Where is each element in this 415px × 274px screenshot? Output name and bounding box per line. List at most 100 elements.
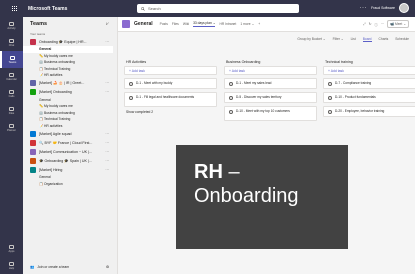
more-icon[interactable]: ··· <box>105 141 109 145</box>
rail-item-calls[interactable]: Calls <box>0 85 23 102</box>
view-charts[interactable]: Charts <box>379 37 389 41</box>
rail-item-chat[interactable]: Chat <box>0 34 23 51</box>
task-card[interactable]: D-1 - Fill legal and healthcare document… <box>124 92 217 107</box>
tab-more[interactable]: 1 more ⌄ <box>240 22 254 26</box>
more-icon[interactable]: ··· <box>105 132 109 136</box>
add-task-button[interactable]: + Add task <box>323 66 415 75</box>
calendar-icon <box>9 72 14 77</box>
view-schedule[interactable]: Schedule <box>395 37 409 41</box>
more-icon[interactable]: ··· <box>105 168 109 172</box>
rail-item-calendar[interactable]: Calendar <box>0 68 23 85</box>
apps-icon <box>9 244 14 249</box>
view-board[interactable]: Board <box>362 37 372 42</box>
more-options-icon[interactable]: ··· <box>360 5 368 11</box>
phone-icon <box>9 89 14 94</box>
overlay-title-bold: RH <box>194 161 223 183</box>
bell-icon <box>9 21 14 26</box>
app-launcher-icon[interactable] <box>12 5 18 12</box>
team-tile-icon <box>30 89 36 95</box>
more-icon[interactable]: ··· <box>105 90 109 94</box>
task-checkbox[interactable] <box>229 82 233 86</box>
team-tile-icon <box>30 38 36 45</box>
task-card[interactable]: D-1 - Meet my sales lead <box>224 78 317 89</box>
task-checkbox[interactable] <box>328 96 332 100</box>
rail-item-apps[interactable]: Apps <box>0 240 23 257</box>
tab-planner[interactable]: 33 days plan ⌄ <box>193 21 216 27</box>
channel-title: General <box>134 21 153 27</box>
channel-item[interactable]: 📋 Organization <box>23 181 117 188</box>
add-task-button[interactable]: + Add task <box>224 66 317 75</box>
info-icon[interactable]: ⓘ <box>374 22 377 27</box>
filter-icon[interactable]: ⩗ <box>106 21 109 27</box>
team-tile-icon <box>30 80 36 86</box>
view-list[interactable]: List <box>351 37 356 41</box>
team-item[interactable]: 🎓 Onboarding 🎓 Spain | UK |... ··· <box>23 156 117 165</box>
more-icon[interactable]: ··· <box>105 81 109 85</box>
team-tile-icon <box>30 130 36 137</box>
search-input[interactable]: Search <box>137 4 299 13</box>
bucket-column: Technical training + Add task D-7 - Comp… <box>323 58 415 120</box>
team-item[interactable]: 🔍 BYF 🤝 France | Cloud First... ··· <box>23 138 117 147</box>
meet-button[interactable]: 📹 Meet ⌄ <box>386 20 409 28</box>
channel-header: General Posts Files Wiki 33 days plan ⌄ … <box>118 17 415 32</box>
rail-item-planner[interactable]: Planner <box>0 119 23 136</box>
bucket-name: Business Onboarding <box>226 60 261 64</box>
team-item[interactable]: [Market] Onboarding ··· <box>23 88 117 97</box>
chat-icon <box>9 38 14 43</box>
team-tile-icon <box>30 166 36 173</box>
tab-wiki[interactable]: Wiki <box>183 22 189 26</box>
tab-posts[interactable]: Posts <box>160 22 168 26</box>
task-checkbox[interactable] <box>129 96 133 100</box>
search-placeholder: Search <box>148 6 161 11</box>
title-bar: Microsoft Teams Search ··· Fraud Softwar… <box>0 0 415 17</box>
join-team-button[interactable]: 👥 Join or create a team ⚙ <box>30 262 109 272</box>
add-tab-button[interactable]: + <box>258 22 260 26</box>
task-card[interactable]: D-5 - Discover my sales territory <box>224 92 317 103</box>
app-rail: Activity Chat Teams Calendar Calls Files… <box>0 17 23 274</box>
expand-icon[interactable]: ⤢ <box>363 22 366 26</box>
more-icon[interactable]: ··· <box>105 40 109 44</box>
planner-toolbar: Group by Bucket ⌄ Filter ⌄ List Board Ch… <box>118 32 415 46</box>
refresh-icon[interactable]: ↻ <box>369 22 372 26</box>
teams-panel: Teams ⩗ Your teams Onboarding 🎓 Equipe |… <box>23 17 118 274</box>
task-checkbox[interactable] <box>229 110 233 114</box>
task-card[interactable]: D-10 - Meet with my top 10 customers <box>224 106 317 121</box>
join-team-icon: 👥 <box>30 265 35 269</box>
task-card[interactable]: D-20 - Employee, behavior training <box>323 106 415 117</box>
task-checkbox[interactable] <box>328 82 332 86</box>
team-item[interactable]: [Market] Agile squad ··· <box>23 129 117 138</box>
add-task-button[interactable]: + Add task <box>124 66 217 75</box>
rail-item-help[interactable]: Help <box>0 257 23 274</box>
task-card[interactable]: D-10 - Product fundamentals <box>323 92 415 103</box>
team-item[interactable]: Onboarding 🎓 Equipe | HR... ··· <box>23 37 117 46</box>
task-card[interactable]: D-7 - Compliance training <box>323 78 415 89</box>
search-icon <box>141 6 145 11</box>
gear-icon[interactable]: ⚙ <box>106 265 109 269</box>
team-tile-icon <box>30 157 36 164</box>
group-by-dropdown[interactable]: Group by Bucket ⌄ <box>297 37 325 41</box>
bucket-column: HR Activities + Add task D-1 - Meet with… <box>124 58 217 114</box>
more-icon[interactable]: ··· <box>381 22 384 26</box>
help-icon <box>9 261 14 266</box>
more-icon[interactable]: ··· <box>105 159 109 163</box>
app-name: Microsoft Teams <box>28 5 68 12</box>
rail-item-files[interactable]: Files <box>0 102 23 119</box>
more-icon[interactable]: ··· <box>105 150 109 154</box>
team-item[interactable]: [Market] Communication ~ UK |... ··· <box>23 147 117 156</box>
avatar[interactable] <box>399 3 409 13</box>
task-checkbox[interactable] <box>328 110 332 114</box>
team-item[interactable]: [Market] Hiring ··· <box>23 165 117 174</box>
tab-hr-intranet[interactable]: HR Intranet <box>219 22 236 26</box>
rail-item-activity[interactable]: Activity <box>0 17 23 34</box>
show-completed-toggle[interactable]: Show completed 2 <box>124 110 217 114</box>
rail-item-teams[interactable]: Teams <box>0 51 23 68</box>
filter-dropdown[interactable]: Filter ⌄ <box>333 37 344 41</box>
bucket-name: HR Activities <box>126 60 147 64</box>
team-item[interactable]: [Market] 🍰 🎂 | IR | Greet... ··· <box>23 79 117 88</box>
bucket-column: Business Onboarding + Add task D-1 - Mee… <box>224 58 317 124</box>
tab-files[interactable]: Files <box>172 22 179 26</box>
task-card[interactable]: D-1 - Meet with my buddy <box>124 78 217 89</box>
task-checkbox[interactable] <box>129 82 133 86</box>
overlay-subtitle: Onboarding <box>194 185 299 207</box>
task-checkbox[interactable] <box>229 96 233 100</box>
